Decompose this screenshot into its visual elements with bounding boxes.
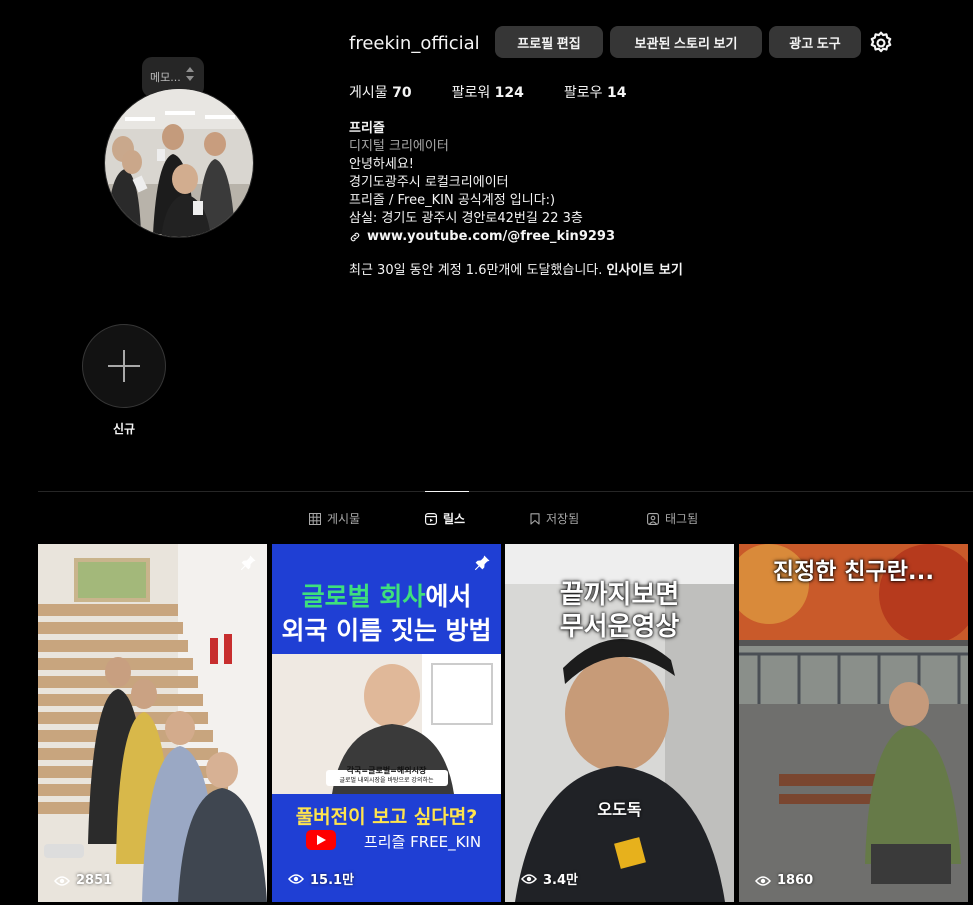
bookmark-icon (530, 512, 540, 525)
following-count[interactable]: 팔로우 14 (564, 82, 627, 102)
edit-profile-button[interactable]: 프로필 편집 (495, 26, 603, 58)
reel-views: 2851 (54, 873, 112, 888)
reel-caption-sub: 글로벌 내외시장을 바탕으로 강의하는 (339, 777, 434, 784)
profile-tabs: 게시물 릴스 저장됨 태그됨 (0, 510, 973, 526)
tab-reels[interactable]: 릴스 (425, 510, 465, 527)
reel-views: 15.1만 (288, 869, 354, 888)
view-insights-link[interactable]: 인사이트 보기 (607, 263, 683, 278)
note-text: 메모... (150, 71, 181, 84)
bio-line: 삼실: 경기도 광주시 경안로42번길 22 3층 (349, 211, 583, 226)
profile-avatar[interactable] (104, 88, 254, 238)
bio-link[interactable]: www.youtube.com/@free_kin9293 (349, 228, 615, 246)
tabs-divider (38, 491, 973, 492)
active-tab-indicator (425, 491, 469, 492)
bio-link-text: www.youtube.com/@free_kin9293 (367, 229, 615, 244)
posts-count: 게시물 70 (349, 85, 412, 101)
insight-summary: 최근 30일 동안 계정 1.6만개에 도달했습니다. 인사이트 보기 (349, 259, 683, 278)
bio-line: 프리즐 / Free_KIN 공식계정 입니다:) (349, 193, 556, 208)
reel-tile[interactable]: 글로벌 회사에서 외국 이름 짓는 방법 각국=글로벌=해외시장 글로벌 내외시… (272, 544, 501, 902)
profile-stats: 게시물 70 팔로워 124 팔로우 14 (349, 82, 626, 102)
bio-category: 디지털 크리에이터 (349, 139, 449, 154)
reel-title-line2: 무서운영상 (559, 612, 680, 642)
grid-icon (309, 512, 321, 525)
bio-line: 안녕하세요! (349, 157, 415, 172)
reel-title: 끝까지보면 (559, 580, 680, 610)
reel-bottom-text: 풀버전이 보고 싶다면? (295, 806, 478, 828)
profile-username: freekin_official (349, 33, 480, 54)
ad-tools-button[interactable]: 광고 도구 (769, 26, 861, 58)
reel-views: 1860 (755, 873, 813, 888)
reel-views: 3.4만 (521, 869, 578, 888)
reel-caption: 오도독 (597, 800, 642, 819)
link-icon (350, 232, 360, 242)
reel-thumbnail (38, 544, 267, 902)
eye-icon (521, 873, 537, 884)
followers-count[interactable]: 팔로워 124 (452, 82, 524, 102)
archive-stories-button[interactable]: 보관된 스토리 보기 (610, 26, 762, 58)
reel-tile[interactable]: 진정한 친구란... 1860 (739, 544, 968, 902)
reel-channel: 프리즐 FREE_KIN (363, 833, 482, 851)
pinned-icon (240, 555, 256, 571)
tab-tagged[interactable]: 태그됨 (647, 510, 698, 527)
new-highlight-label: 신규 (112, 422, 136, 436)
reel-thumbnail (739, 544, 968, 902)
eye-icon (54, 875, 70, 886)
bio-name: 프리즐 (349, 121, 385, 136)
reel-title: 글로벌 회사에서 (301, 582, 472, 611)
avatar-photo (105, 89, 253, 237)
reel-tile[interactable]: 끝까지보면 무서운영상 오도독 3.4만 (505, 544, 734, 902)
tag-icon (647, 512, 659, 525)
settings-gear-icon[interactable] (868, 30, 894, 56)
eye-icon (755, 875, 771, 886)
eye-icon (288, 873, 304, 884)
tab-saved[interactable]: 저장됨 (530, 510, 579, 527)
bio-line: 경기도광주시 로컬크리에이터 (349, 175, 509, 190)
reel-tile[interactable]: 2851 (38, 544, 267, 902)
profile-bio: 프리즐 디지털 크리에이터 안녕하세요! 경기도광주시 로컬크리에이터 프리즐 … (349, 120, 615, 246)
new-highlight-button[interactable] (82, 324, 166, 408)
tab-posts[interactable]: 게시물 (309, 510, 360, 527)
note-arrows-icon (186, 67, 194, 81)
reel-title: 진정한 친구란... (772, 559, 935, 585)
insight-text: 최근 30일 동안 계정 1.6만개에 도달했습니다. (349, 263, 603, 278)
plus-icon (108, 350, 140, 382)
reel-title-line2: 외국 이름 짓는 방법 (281, 616, 492, 645)
pinned-icon (474, 555, 490, 571)
reels-icon (425, 512, 437, 525)
